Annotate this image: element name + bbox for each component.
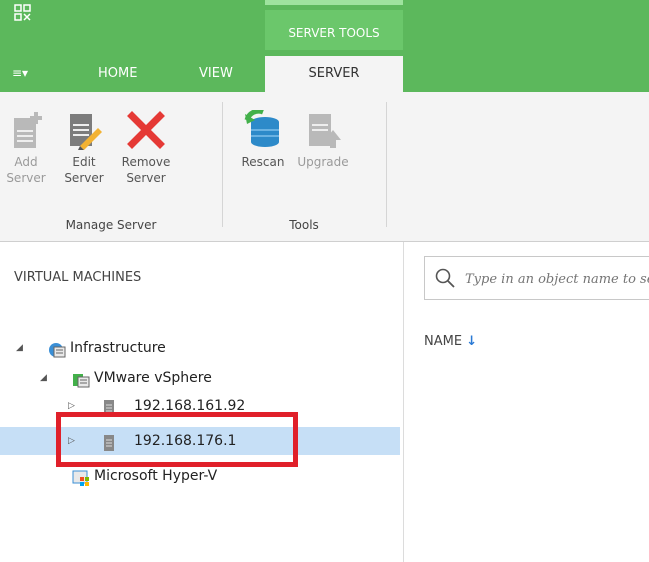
edit-server-icon <box>64 110 104 150</box>
search-box[interactable] <box>424 256 649 300</box>
search-icon <box>435 268 455 288</box>
tab-view[interactable]: VIEW <box>199 56 233 92</box>
add-label-line2: Server <box>6 171 46 185</box>
server-tools-context-group: SERVER TOOLS <box>265 0 403 56</box>
context-group-label: SERVER TOOLS <box>265 10 403 50</box>
tree-label: VMware vSphere <box>94 370 212 386</box>
search-input[interactable] <box>465 267 649 291</box>
vsphere-icon <box>72 370 90 388</box>
upgrade-label: Upgrade <box>297 155 349 169</box>
rescan-icon <box>243 108 283 150</box>
upgrade-icon <box>303 110 343 150</box>
tree-label: Infrastructure <box>70 340 166 356</box>
group-divider <box>386 102 387 227</box>
edit-server-button[interactable]: Edit Server <box>58 110 110 186</box>
group-label-manage-server: Manage Server <box>65 218 157 232</box>
veeam-logo-icon <box>14 4 32 22</box>
pane-header: VIRTUAL MACHINES <box>14 270 142 285</box>
context-accent <box>265 0 403 5</box>
highlight-box <box>56 412 298 467</box>
infrastructure-icon <box>48 340 66 358</box>
upgrade-button[interactable]: Upgrade <box>294 110 352 170</box>
group-divider <box>222 102 223 227</box>
group-label-tools: Tools <box>289 218 319 232</box>
expanded-arrow-icon[interactable]: ◢ <box>40 364 47 392</box>
remove-server-button[interactable]: Remove Server <box>120 110 172 186</box>
add-server-button[interactable]: Add Server <box>0 110 52 186</box>
add-server-icon <box>6 110 46 150</box>
remove-server-icon <box>126 110 166 150</box>
name-column-header[interactable]: NAME ↓ <box>424 334 477 349</box>
edit-label-line2: Server <box>64 171 104 185</box>
column-header-label: NAME <box>424 334 463 349</box>
main-menu-button[interactable]: ≡▾ <box>12 66 28 80</box>
tab-home[interactable]: HOME <box>98 56 137 92</box>
sort-desc-icon: ↓ <box>466 334 478 349</box>
tree-item-vmware-vsphere[interactable]: ◢ VMware vSphere <box>0 364 400 392</box>
hyperv-icon <box>72 468 90 486</box>
rescan-label: Rescan <box>241 155 285 169</box>
add-label-line1: Add <box>14 155 38 169</box>
tree-item-infrastructure[interactable]: ◢ Infrastructure <box>0 334 400 362</box>
expanded-arrow-icon[interactable]: ◢ <box>16 334 23 362</box>
remove-label-line2: Server <box>126 171 166 185</box>
ribbon: Add Server Edit Server Remove Server Man… <box>0 92 649 242</box>
rescan-button[interactable]: Rescan <box>234 108 292 170</box>
tab-server[interactable]: SERVER <box>265 56 403 92</box>
remove-label-line1: Remove <box>121 155 171 169</box>
navigation-pane: VIRTUAL MACHINES ◢ Infrastructure ◢ VMwa… <box>0 242 404 562</box>
edit-label-line1: Edit <box>72 155 96 169</box>
